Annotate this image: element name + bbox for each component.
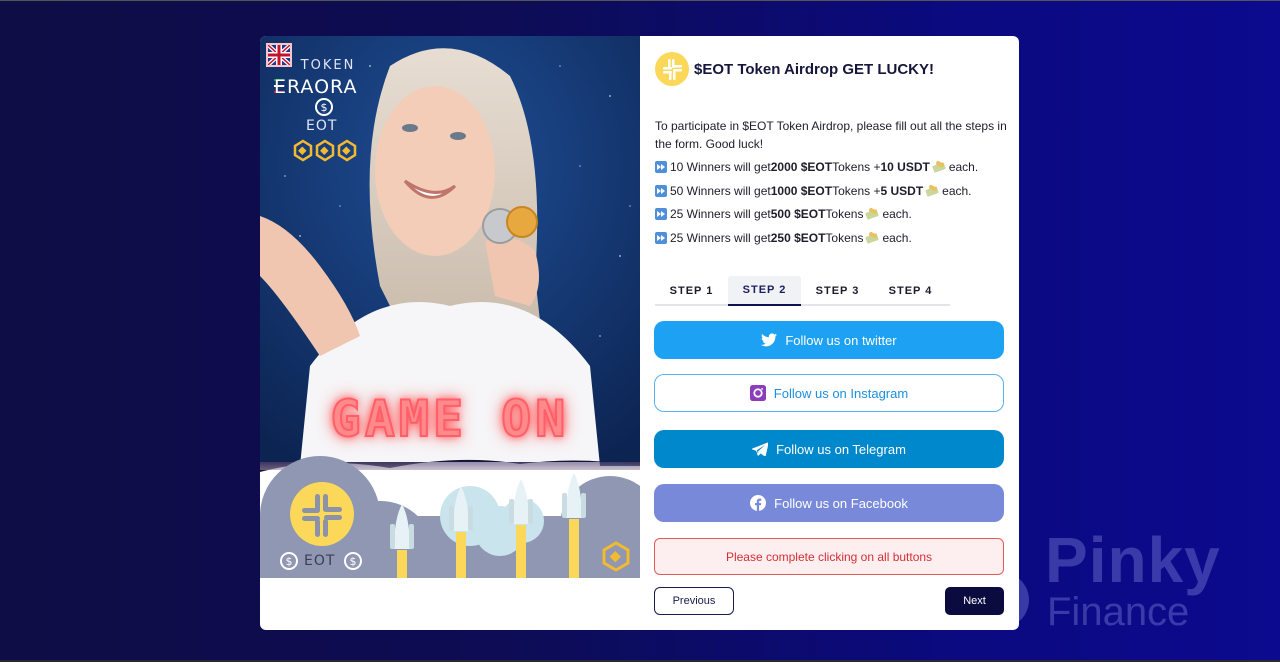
prize-text: Tokens + bbox=[832, 160, 881, 174]
eot-logo-icon bbox=[655, 52, 689, 86]
step-tabs: STEP 1 STEP 2 STEP 3 STEP 4 bbox=[655, 276, 950, 306]
prize-tokens: 250 $EOT bbox=[770, 231, 826, 245]
svg-text:$: $ bbox=[350, 555, 357, 568]
prize-text: Tokens bbox=[825, 231, 864, 245]
follow-telegram-label: Follow us on Telegram bbox=[776, 441, 906, 457]
game-on-headline: GAME ON bbox=[330, 389, 570, 449]
fast-forward-icon bbox=[655, 232, 667, 244]
svg-text:$: $ bbox=[321, 101, 328, 114]
prize-row: 25 Winners will get 250 $EOT Tokens each… bbox=[655, 231, 912, 245]
panel-title: $EOT Token Airdrop GET LUCKY! bbox=[694, 60, 935, 78]
next-button[interactable]: Next bbox=[945, 587, 1004, 615]
fast-forward-icon bbox=[655, 161, 667, 173]
prize-row: 10 Winners will get 2000 $EOT Tokens + 1… bbox=[655, 160, 978, 174]
prize-text: 50 Winners will get bbox=[670, 184, 771, 198]
airdrop-form-panel: $EOT Token Airdrop GET LUCKY! To partici… bbox=[640, 36, 1019, 630]
language-uk-flag-icon[interactable] bbox=[266, 43, 292, 67]
follow-instagram-button[interactable]: Follow us on Instagram bbox=[654, 374, 1004, 412]
prize-text: 25 Winners will get bbox=[670, 207, 771, 221]
follow-telegram-button[interactable]: Follow us on Telegram bbox=[654, 430, 1004, 468]
tab-step-2[interactable]: STEP 2 bbox=[728, 276, 801, 306]
prize-row: 25 Winners will get 500 $EOT Tokens each… bbox=[655, 207, 912, 221]
prize-text: each. bbox=[882, 231, 912, 245]
brand-name: ERAORA bbox=[274, 76, 358, 98]
prize-tokens: 500 $EOT bbox=[770, 207, 826, 221]
window-top-border bbox=[0, 0, 1280, 1]
intro-text: To participate in $EOT Token Airdrop, pl… bbox=[655, 119, 1007, 151]
facebook-icon bbox=[750, 495, 767, 511]
prize-usdt: 5 USDT bbox=[880, 184, 924, 198]
instagram-icon bbox=[749, 385, 766, 401]
prize-text: each. bbox=[948, 160, 979, 174]
money-icon bbox=[866, 233, 879, 243]
tab-step-1[interactable]: STEP 1 bbox=[655, 276, 728, 306]
prize-tokens: 1000 $EOT bbox=[770, 184, 833, 198]
follow-twitter-label: Follow us on twitter bbox=[785, 332, 897, 348]
prize-text: Tokens bbox=[825, 207, 864, 221]
previous-button[interactable]: Previous bbox=[654, 587, 734, 615]
prize-usdt: 10 USDT bbox=[880, 160, 930, 174]
fast-forward-icon bbox=[655, 208, 667, 220]
twitter-icon bbox=[761, 332, 778, 348]
prize-text: Tokens + bbox=[832, 184, 881, 198]
airdrop-modal: $ $ $ TOKEN ERAORA EOT GAME ON EOT $EOT … bbox=[260, 36, 1019, 630]
follow-facebook-label: Follow us on Facebook bbox=[774, 495, 908, 511]
watermark-pinky: Pinky bbox=[1045, 524, 1221, 596]
prize-text: each. bbox=[882, 207, 912, 221]
follow-facebook-button[interactable]: Follow us on Facebook bbox=[654, 484, 1004, 522]
money-icon bbox=[866, 209, 879, 219]
svg-text:$: $ bbox=[286, 555, 293, 568]
telegram-icon bbox=[752, 441, 769, 457]
watermark-finance: Finance bbox=[1047, 590, 1190, 634]
prize-text: each. bbox=[942, 184, 972, 198]
brand-ticker: EOT bbox=[306, 118, 338, 134]
prize-tokens: 2000 $EOT bbox=[770, 160, 833, 174]
promo-banner: $ $ $ TOKEN ERAORA EOT GAME ON EOT bbox=[260, 36, 640, 578]
tab-step-3[interactable]: STEP 3 bbox=[801, 276, 874, 306]
prize-row: 50 Winners will get 1000 $EOT Tokens + 5… bbox=[655, 184, 972, 198]
prize-text: 10 Winners will get bbox=[670, 160, 771, 174]
eot-coin-logo bbox=[290, 482, 354, 546]
prize-text: 25 Winners will get bbox=[670, 231, 771, 245]
bottom-ticker: EOT bbox=[304, 553, 336, 569]
money-icon bbox=[926, 186, 939, 196]
money-icon bbox=[933, 162, 946, 172]
follow-instagram-label: Follow us on Instagram bbox=[773, 385, 909, 401]
tab-step-4[interactable]: STEP 4 bbox=[874, 276, 947, 306]
brand-token-label: TOKEN bbox=[300, 58, 356, 73]
follow-twitter-button[interactable]: Follow us on twitter bbox=[654, 321, 1004, 359]
fast-forward-icon bbox=[655, 185, 667, 197]
panel-header: $EOT Token Airdrop GET LUCKY! bbox=[655, 52, 934, 86]
validation-alert: Please complete clicking on all buttons bbox=[654, 538, 1004, 575]
